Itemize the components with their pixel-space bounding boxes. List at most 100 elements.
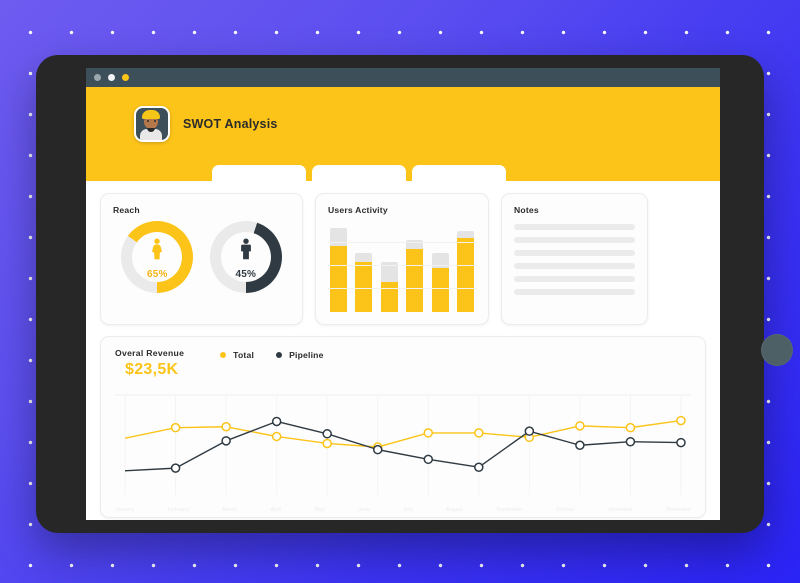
bar-chart xyxy=(328,220,476,312)
legend-label-total: Total xyxy=(233,350,255,360)
data-point[interactable] xyxy=(271,431,282,442)
bar-value xyxy=(330,246,347,312)
line-series-pipeline xyxy=(124,420,681,472)
data-point[interactable] xyxy=(625,436,636,447)
donut-female-value: 65% xyxy=(146,269,168,280)
data-point[interactable] xyxy=(322,429,332,439)
card-notes: Notes xyxy=(501,193,648,325)
chart-legend: Total Pipeline xyxy=(220,350,323,360)
revenue-header: Overal Revenue $23,5K Total Pipeline xyxy=(115,348,691,379)
data-point[interactable] xyxy=(676,415,686,426)
legend-item-total[interactable]: Total xyxy=(220,350,254,360)
data-point[interactable] xyxy=(221,422,231,432)
data-point[interactable] xyxy=(676,437,686,448)
bar-value xyxy=(456,238,474,312)
x-tick: July xyxy=(403,507,413,513)
note-line xyxy=(514,263,635,269)
data-point[interactable] xyxy=(575,440,585,450)
gridline xyxy=(328,265,476,266)
avatar-hat xyxy=(142,110,160,119)
legend-item-pipeline[interactable]: Pipeline xyxy=(276,350,324,360)
dashboard-body: Reach 65% 45% Users Activity Notes Overa… xyxy=(86,181,720,520)
avatar-eye-left xyxy=(147,120,149,122)
donut-male-value: 45% xyxy=(235,269,257,280)
data-point[interactable] xyxy=(170,463,181,473)
gridline xyxy=(328,242,476,243)
data-point[interactable] xyxy=(474,462,484,472)
bar-remainder xyxy=(330,228,347,246)
card-activity-title: Users Activity xyxy=(328,205,388,215)
bar-item[interactable] xyxy=(431,220,449,312)
brand: SWOT Analysis xyxy=(134,106,278,142)
x-tick: September xyxy=(496,507,523,513)
bar-item[interactable] xyxy=(355,220,373,312)
legend-dot-pipeline-icon xyxy=(276,352,283,358)
window-minimize-icon[interactable] xyxy=(108,74,115,81)
x-tick: December xyxy=(666,507,691,513)
x-tick: February xyxy=(167,507,190,513)
data-point[interactable] xyxy=(474,428,484,438)
window-maximize-icon[interactable] xyxy=(122,74,129,81)
line-chart-svg xyxy=(115,394,691,495)
legend-label-pipeline: Pipeline xyxy=(289,350,324,360)
data-point[interactable] xyxy=(575,421,585,431)
x-tick: November xyxy=(608,507,634,513)
cards-row: Reach 65% 45% Users Activity Notes xyxy=(100,193,706,325)
revenue-summary: Overal Revenue $23,5K xyxy=(115,348,184,379)
window-close-icon[interactable] xyxy=(94,74,101,81)
bar-value xyxy=(431,268,449,312)
bar-item[interactable] xyxy=(330,220,347,312)
tab-3[interactable] xyxy=(412,165,506,181)
x-tick: January xyxy=(115,507,135,513)
gridline xyxy=(328,288,476,289)
female-icon xyxy=(121,238,193,260)
page-title: SWOT Analysis xyxy=(183,117,278,131)
donut-group: 65% 45% xyxy=(113,221,290,293)
x-tick: October xyxy=(555,507,576,513)
legend-dot-total-icon xyxy=(220,352,227,358)
bar-value xyxy=(355,262,373,312)
tablet-home-button[interactable] xyxy=(761,334,793,366)
card-notes-title: Notes xyxy=(514,205,539,215)
line-chart-x-axis: January February March April May June Ju… xyxy=(115,507,691,513)
notes-placeholder-list xyxy=(514,224,635,295)
app-header: SWOT Analysis xyxy=(86,87,720,181)
data-point[interactable] xyxy=(322,438,332,449)
note-line xyxy=(514,276,635,282)
browser-window: SWOT Analysis Reach 65% 45% Users Activi… xyxy=(86,68,720,520)
bar-item[interactable] xyxy=(406,220,424,312)
donut-male[interactable]: 45% xyxy=(209,221,282,293)
screenshot-scene: SWOT Analysis Reach 65% 45% Users Activi… xyxy=(0,0,800,583)
line-chart xyxy=(115,393,691,505)
card-users-activity: Users Activity xyxy=(315,193,489,325)
data-point[interactable] xyxy=(372,444,383,455)
tab-2[interactable] xyxy=(312,165,406,181)
data-point[interactable] xyxy=(271,416,282,427)
line-series-total xyxy=(124,419,682,448)
donut-female[interactable]: 65% xyxy=(121,221,194,293)
bar-item[interactable] xyxy=(456,220,474,312)
bar-item[interactable] xyxy=(380,220,398,312)
data-point[interactable] xyxy=(170,422,181,433)
avatar-eye-right xyxy=(154,120,156,122)
revenue-value: $23,5K xyxy=(125,361,179,378)
revenue-label: Overal Revenue xyxy=(115,348,185,358)
x-tick: May xyxy=(314,507,325,513)
bar-remainder xyxy=(355,253,373,262)
data-point[interactable] xyxy=(221,436,231,446)
bar-value xyxy=(406,249,424,312)
data-point[interactable] xyxy=(423,454,434,465)
male-icon xyxy=(210,238,282,260)
card-reach-title: Reach xyxy=(113,205,140,215)
user-avatar[interactable] xyxy=(134,106,170,142)
tab-bar xyxy=(212,165,506,181)
tab-1[interactable] xyxy=(212,165,306,181)
x-tick: August xyxy=(446,507,463,513)
note-line xyxy=(514,250,635,256)
bar-group xyxy=(328,220,476,312)
card-overall-revenue: Overal Revenue $23,5K Total Pipeline Jan… xyxy=(100,336,706,518)
data-point[interactable] xyxy=(423,428,434,438)
data-point[interactable] xyxy=(625,422,636,433)
data-point[interactable] xyxy=(524,426,535,436)
window-titlebar xyxy=(86,68,720,87)
